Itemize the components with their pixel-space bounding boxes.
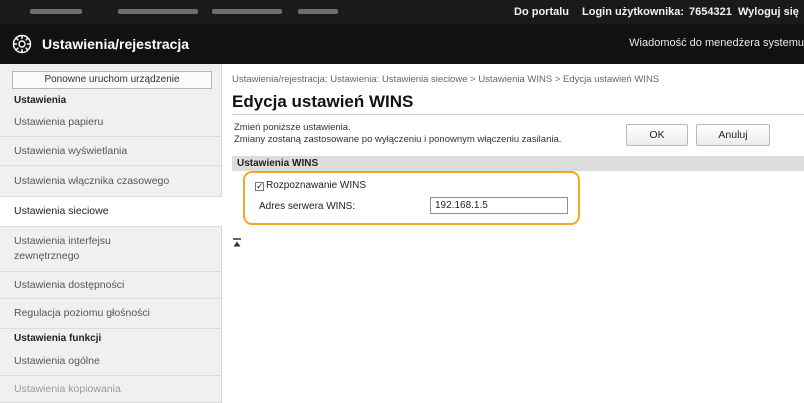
breadcrumb: Ustawienia/rejestracja: Ustawienia: Usta… [232,74,660,85]
page-title: Edycja ustawień WINS [232,92,414,111]
login-value: 7654321 [689,6,732,18]
sidebar-item-external-interface[interactable]: Ustawienia interfejsu zewnętrznego [0,227,222,272]
sidebar-item-general[interactable]: Ustawienia ogólne [0,347,222,376]
portal-link[interactable]: Do portalu [514,6,569,18]
sidebar-item-accessibility[interactable]: Ustawienia dostępności [0,272,222,299]
sidebar: Ponowne uruchom urządzenie Ustawienia Us… [0,64,222,403]
description-line-1: Zmień poniższe ustawienia. [234,122,351,133]
cancel-button[interactable]: Anuluj [696,124,770,146]
sidebar-item-timer[interactable]: Ustawienia włącznika czasowego [0,166,222,197]
restart-device-button[interactable]: Ponowne uruchom urządzenie [12,71,212,89]
sidebar-item-volume[interactable]: Regulacja poziomu głośności [0,299,222,329]
wins-resolution-label: Rozpoznawanie WINS [266,180,367,191]
sidebar-item-copy[interactable]: Ustawienia kopiowania [0,376,222,403]
login-label: Login użytkownika: [582,6,685,18]
blurred-text [212,9,282,14]
blurred-text [30,9,82,14]
scroll-to-top-icon[interactable] [232,238,242,248]
app-title: Ustawienia/rejestracja [42,36,190,52]
description-line-2: Zmiany zostaną zastosowane po wyłączeniu… [234,134,562,145]
sidebar-item-paper[interactable]: Ustawienia papieru [0,109,222,137]
sidebar-item-display[interactable]: Ustawienia wyświetlania [0,137,222,166]
top-bar: Do portalu Login użytkownika: 7654321 Wy… [0,0,804,24]
section-header-wins: Ustawienia WINS [232,156,804,171]
main-content: Ustawienia/rejestracja: Ustawienia: Usta… [222,64,804,403]
sidebar-section-functions: Ustawienia funkcji [14,333,102,344]
sidebar-item-network[interactable]: Ustawienia sieciowe [0,197,222,227]
wins-resolution-checkbox[interactable]: ✓ [255,182,264,191]
divider [232,114,804,115]
blurred-text [118,9,198,14]
logout-link[interactable]: Wyloguj się [738,6,799,18]
blurred-text [298,9,338,14]
settings-gear-icon [12,34,32,54]
sidebar-section-settings: Ustawienia [14,95,67,106]
title-bar: Ustawienia/rejestracja Wiadomość do mene… [0,24,804,64]
ok-button[interactable]: OK [626,124,688,146]
admin-message-link[interactable]: Wiadomość do menedżera systemu [629,37,804,49]
wins-server-input[interactable] [430,197,568,214]
wins-server-label: Adres serwera WINS: [259,201,356,212]
